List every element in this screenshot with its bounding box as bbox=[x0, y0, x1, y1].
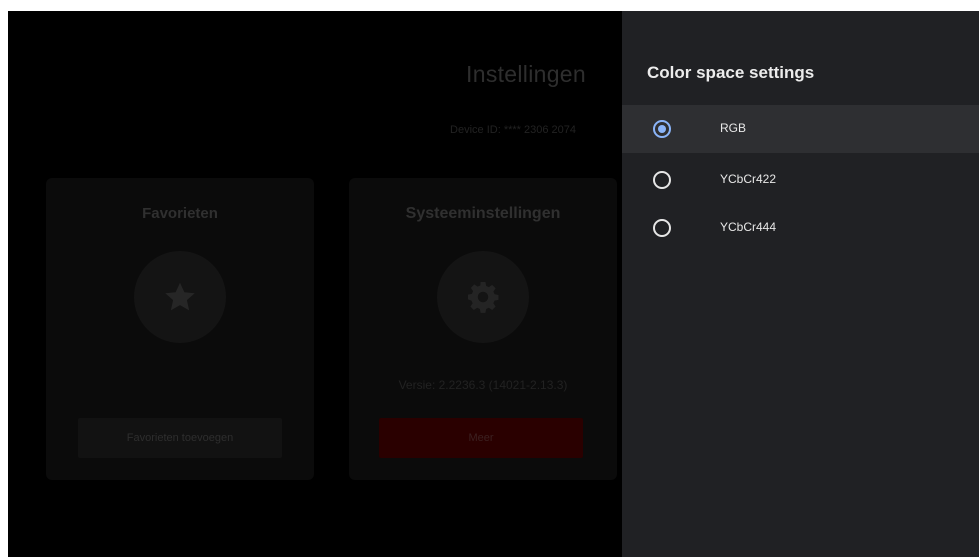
option-ycbcr422[interactable]: YCbCr422 bbox=[622, 156, 979, 204]
system-card-title: Systeeminstellingen bbox=[405, 205, 561, 222]
color-space-panel: Color space settings RGB YCbCr422 YCbCr4… bbox=[622, 11, 979, 557]
option-rgb[interactable]: RGB bbox=[622, 105, 979, 153]
favorites-card-title: Favorieten bbox=[142, 205, 218, 222]
radio-unchecked-icon[interactable] bbox=[653, 171, 671, 189]
star-icon bbox=[165, 282, 195, 311]
panel-title: Color space settings bbox=[647, 63, 815, 82]
system-settings-card: Systeeminstellingen Versie: 2.2236.3 (14… bbox=[349, 178, 617, 480]
more-button[interactable]: Meer bbox=[379, 418, 583, 458]
option-label: RGB bbox=[720, 121, 747, 135]
option-ycbcr444[interactable]: YCbCr444 bbox=[622, 204, 979, 252]
favorites-card: Favorieten Favorieten toevoegen bbox=[46, 178, 314, 480]
radio-unchecked-icon[interactable] bbox=[653, 219, 671, 237]
device-id: Device ID: **** 2306 2074 bbox=[450, 124, 576, 136]
version-text: Versie: 2.2236.3 (14021-2.13.3) bbox=[398, 378, 568, 392]
option-label: YCbCr422 bbox=[720, 172, 777, 186]
tv-screen: Instellingen Device ID: **** 2306 2074 F… bbox=[8, 11, 979, 557]
option-label: YCbCr444 bbox=[720, 220, 777, 234]
add-favorites-button[interactable]: Favorieten toevoegen bbox=[78, 418, 282, 458]
radio-checked-icon[interactable] bbox=[653, 120, 671, 138]
page-title: Instellingen bbox=[466, 61, 586, 87]
favorites-icon-circle bbox=[134, 251, 226, 343]
gear-icon bbox=[468, 282, 499, 313]
system-icon-circle bbox=[437, 251, 529, 343]
settings-page-dimmed: Instellingen Device ID: **** 2306 2074 F… bbox=[8, 11, 622, 557]
